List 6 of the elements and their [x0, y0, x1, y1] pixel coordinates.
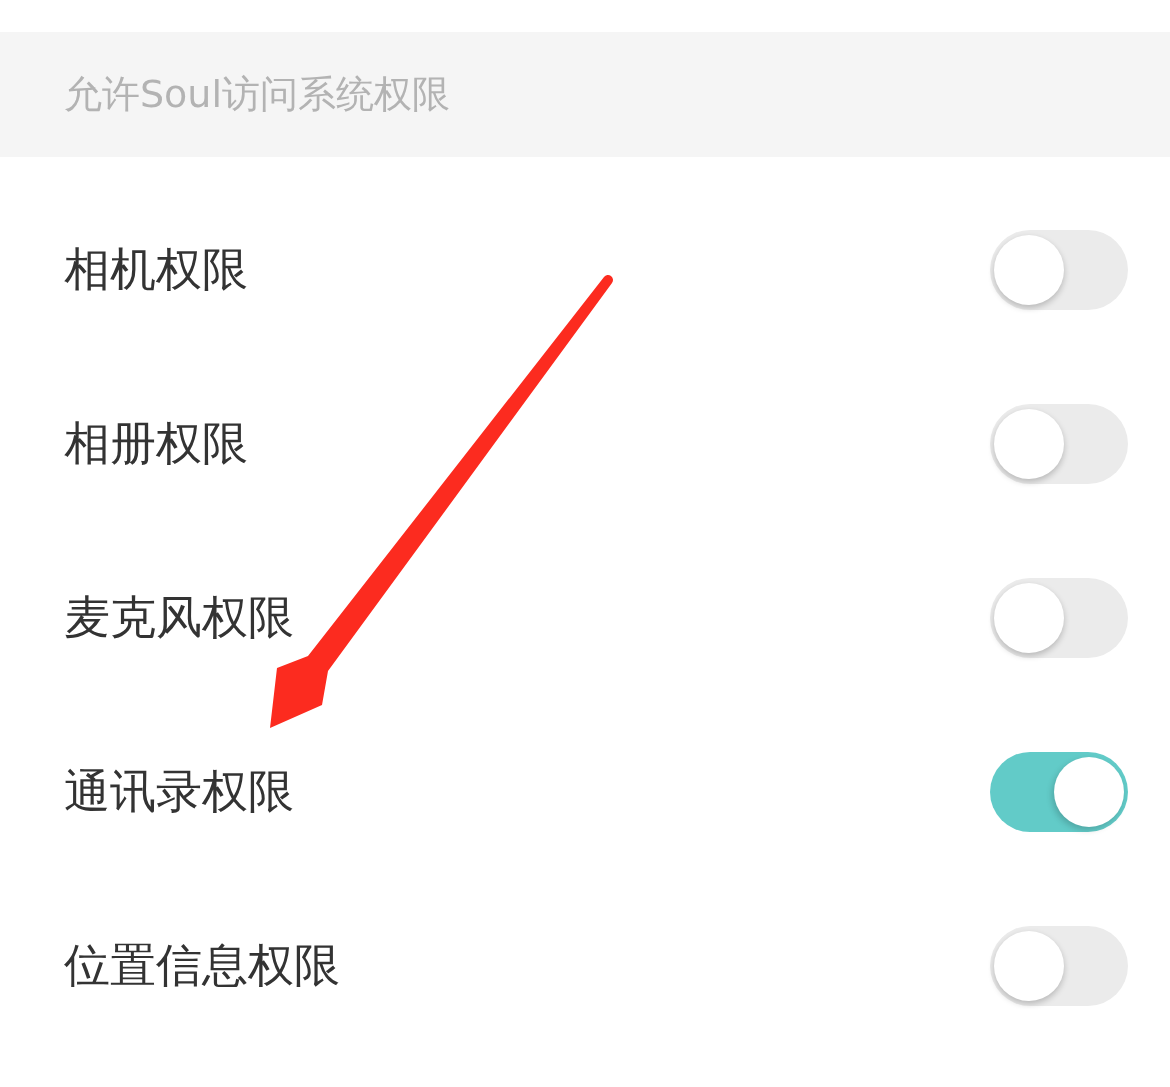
section-title: 允许Soul访问系统权限: [64, 71, 450, 118]
permission-label: 相册权限: [64, 416, 248, 472]
permission-label: 相机权限: [64, 242, 248, 298]
permission-label: 麦克风权限: [64, 590, 294, 646]
permission-label: 通讯录权限: [64, 764, 294, 820]
permission-label: 位置信息权限: [64, 938, 340, 994]
